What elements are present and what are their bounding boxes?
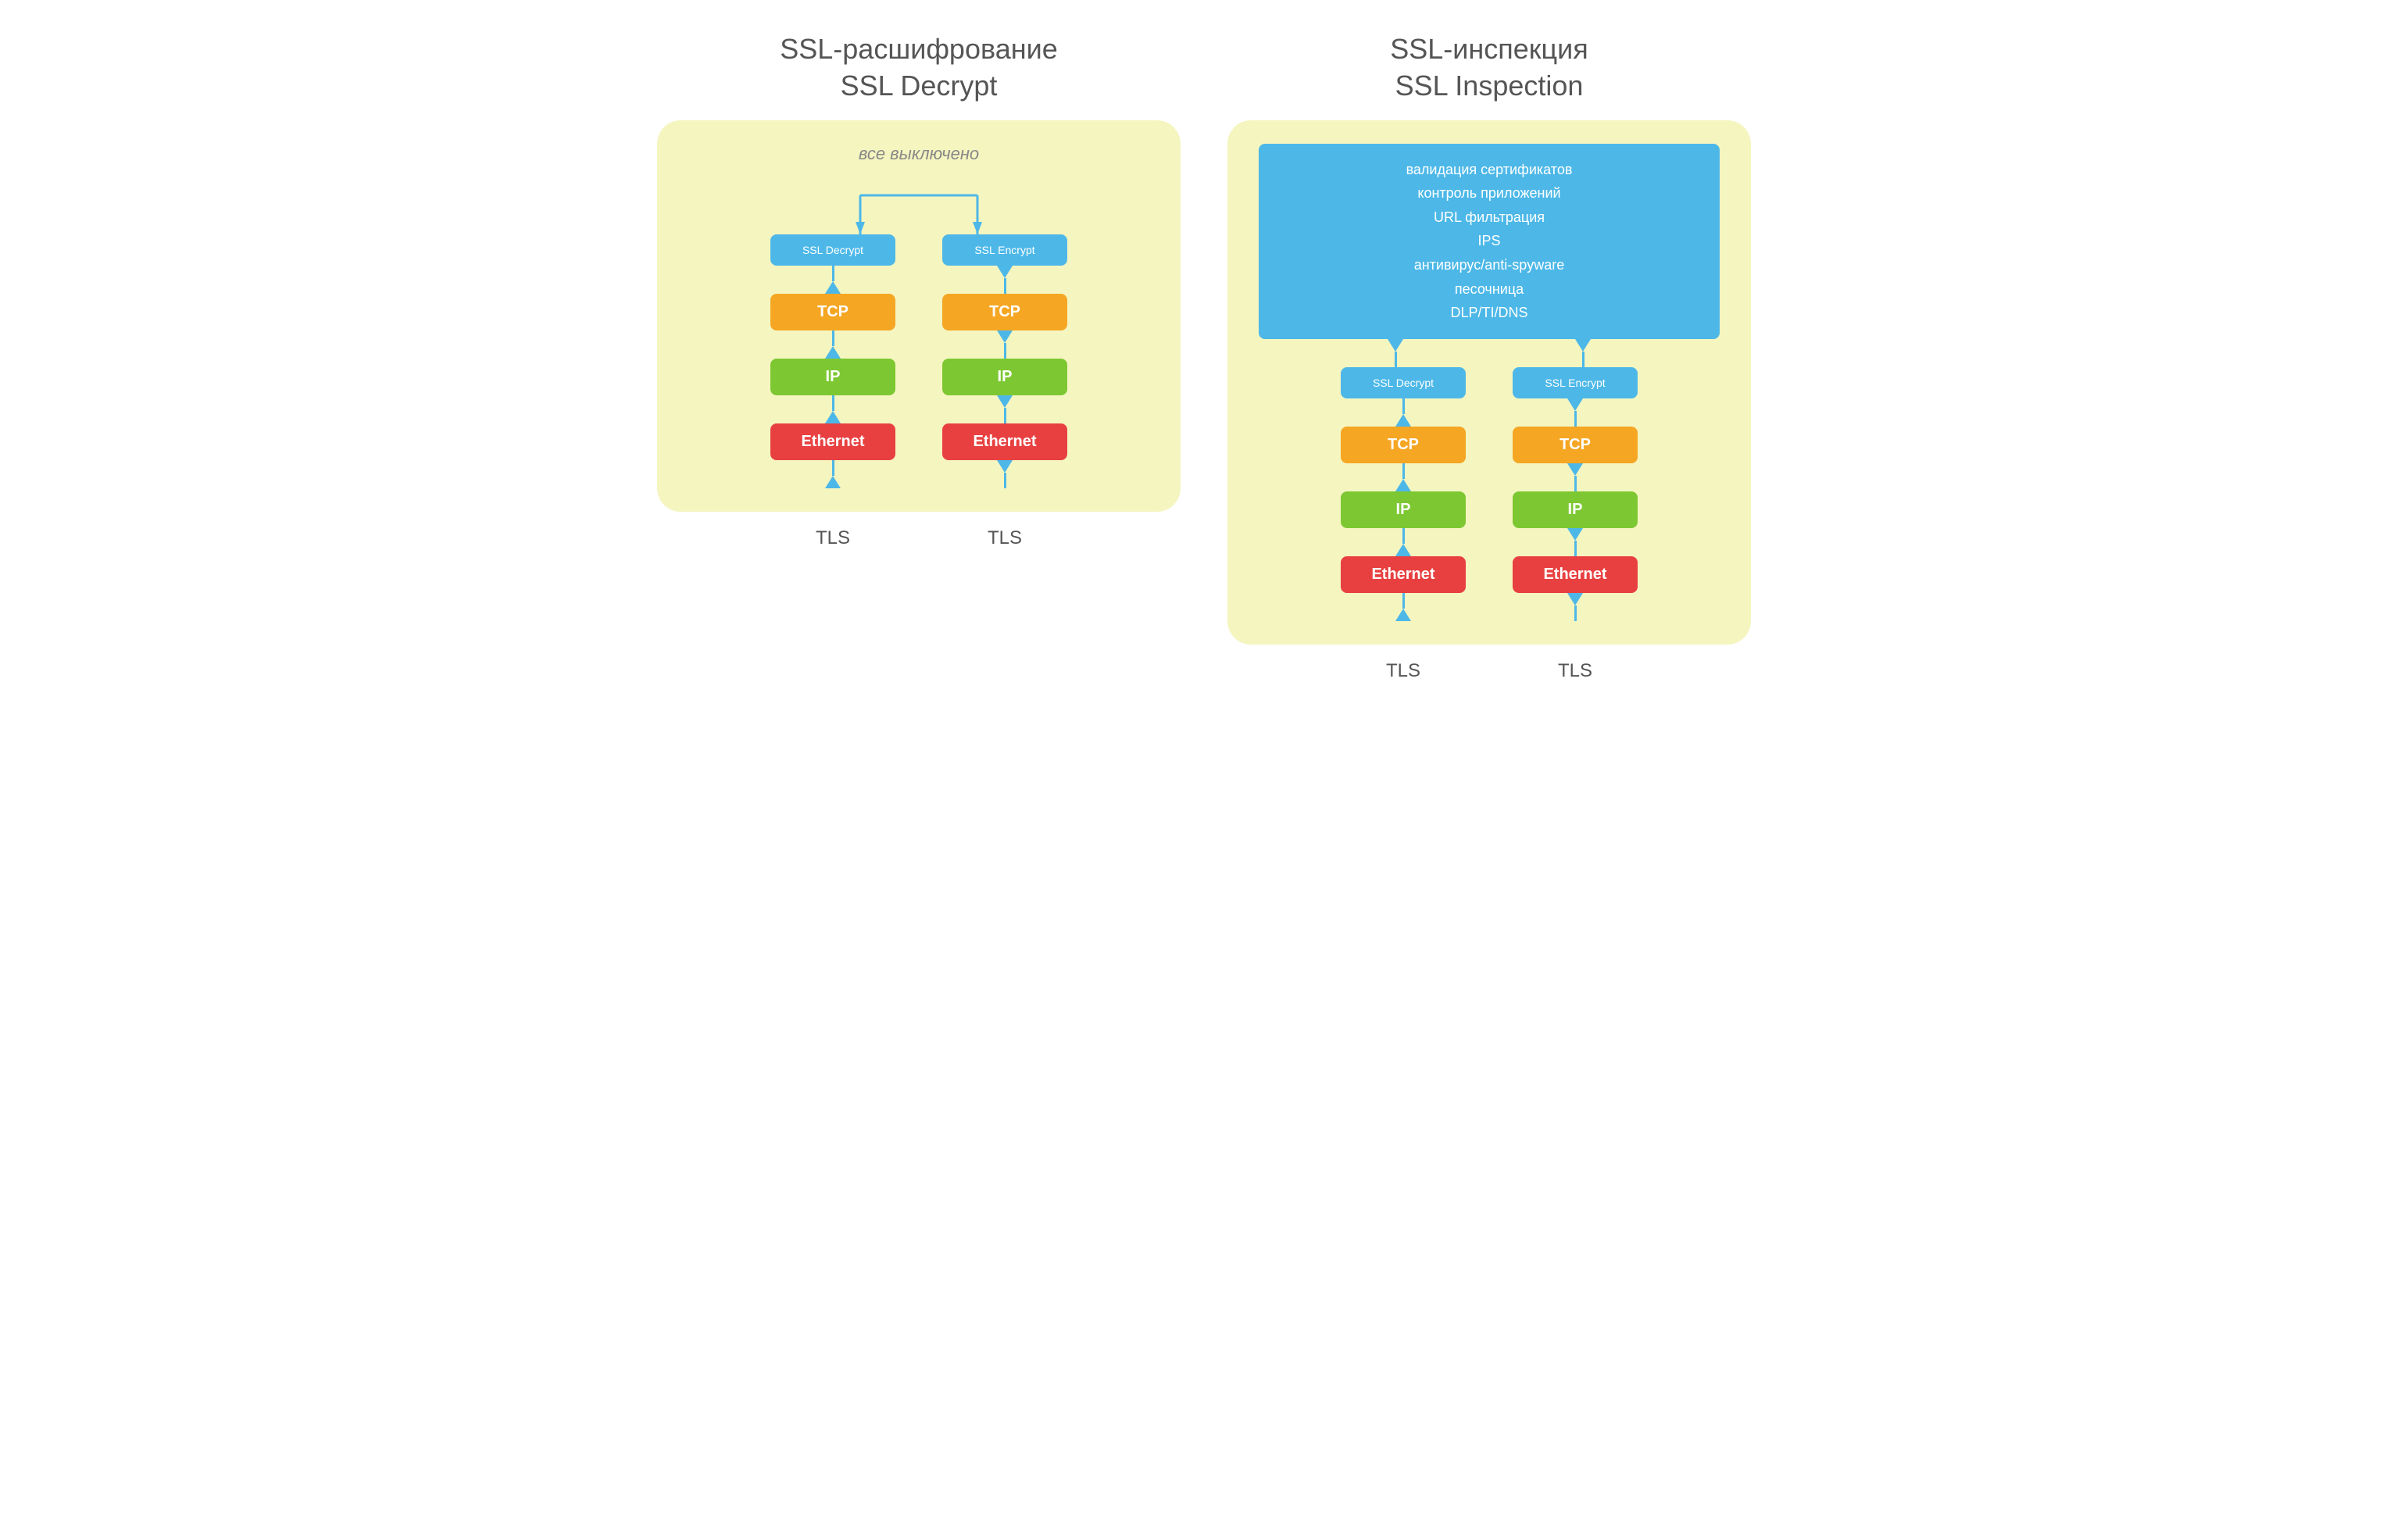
right-columns: SSL Decrypt TCP IP <box>1259 367 1720 621</box>
arrow-eth-tls-right <box>997 460 1013 488</box>
right-tcp-block-right: TCP <box>1513 427 1638 463</box>
arrow-inspection-sslE <box>1575 339 1591 367</box>
right-arrow-ip-tcp-left <box>1395 463 1411 491</box>
right-arrow-tcp-ip-right <box>1567 463 1583 491</box>
col-right: SSL Encrypt TCP <box>942 234 1067 488</box>
right-diagram-box: валидация сертификатов контроль приложен… <box>1227 120 1751 645</box>
arrow-ip-eth-right <box>997 395 1013 423</box>
inspection-line-1: валидация сертификатов <box>1274 158 1704 182</box>
tls-label-left: TLS <box>770 527 895 549</box>
columns: SSL Decrypt TCP <box>688 234 1149 488</box>
eth-block-right: Ethernet <box>942 423 1067 460</box>
inspection-line-4: IPS <box>1274 229 1704 253</box>
disabled-label: все выключено <box>688 144 1149 164</box>
arrow-inspection-sslD <box>1388 339 1403 367</box>
right-arrow-tcp-ssl-left <box>1395 398 1411 427</box>
arrow-tcp-ssl-left <box>825 266 841 294</box>
right-ip-block-right: IP <box>1513 491 1638 528</box>
arrow-ip-tcp-left <box>825 330 841 359</box>
arrow-tls-eth-left <box>825 460 841 488</box>
tcp-block-left: TCP <box>770 294 895 330</box>
left-diagram-box: все выключено <box>657 120 1181 512</box>
right-diagram-section: SSL-инспекция SSL Inspection валидация с… <box>1227 31 1751 682</box>
tcp-block-right: TCP <box>942 294 1067 330</box>
right-tls-label-left: TLS <box>1341 660 1466 682</box>
col-left: SSL Decrypt TCP <box>770 234 895 488</box>
right-arrow-ip-eth-right <box>1567 528 1583 556</box>
right-arrow-eth-tls-right <box>1567 593 1583 621</box>
ip-block-right: IP <box>942 359 1067 395</box>
right-arrow-tls-eth-left <box>1395 593 1411 621</box>
inspection-line-3: URL фильтрация <box>1274 205 1704 230</box>
right-ssl-decrypt-block: SSL Decrypt <box>1341 367 1466 398</box>
right-title: SSL-инспекция SSL Inspection <box>1390 31 1588 105</box>
inspection-block: валидация сертификатов контроль приложен… <box>1259 144 1720 339</box>
inspection-line-7: DLP/TI/DNS <box>1274 301 1704 325</box>
tls-label-right: TLS <box>942 527 1067 549</box>
left-diagram-section: SSL-расшифрование SSL Decrypt все выключ… <box>657 31 1181 549</box>
ssl-decrypt-block: SSL Decrypt <box>770 234 895 266</box>
bridge-arrow-svg <box>802 180 1036 234</box>
right-ip-block-left: IP <box>1341 491 1466 528</box>
arrow-ssl-tcp-right <box>997 266 1013 294</box>
inspection-line-2: контроль приложений <box>1274 181 1704 205</box>
arrow-eth-ip-left <box>825 395 841 423</box>
right-tcp-block-left: TCP <box>1341 427 1466 463</box>
right-tls-label-right: TLS <box>1513 660 1638 682</box>
right-eth-block-right: Ethernet <box>1513 556 1638 593</box>
ssl-encrypt-block: SSL Encrypt <box>942 234 1067 266</box>
right-col-left: SSL Decrypt TCP IP <box>1341 367 1466 621</box>
right-eth-block-left: Ethernet <box>1341 556 1466 593</box>
eth-block-left: Ethernet <box>770 423 895 460</box>
inspection-line-5: антивирус/anti-spyware <box>1274 253 1704 277</box>
right-arrow-ssl-tcp-right <box>1567 398 1583 427</box>
left-title: SSL-расшифрование SSL Decrypt <box>780 31 1057 105</box>
right-col-right: SSL Encrypt TCP IP <box>1513 367 1638 621</box>
right-ssl-encrypt-block: SSL Encrypt <box>1513 367 1638 398</box>
right-arrow-eth-ip-left <box>1395 528 1411 556</box>
inspection-line-6: песочница <box>1274 277 1704 302</box>
arrow-tcp-ip-right <box>997 330 1013 359</box>
ip-block-left: IP <box>770 359 895 395</box>
page-container: SSL-расшифрование SSL Decrypt все выключ… <box>657 31 1751 682</box>
